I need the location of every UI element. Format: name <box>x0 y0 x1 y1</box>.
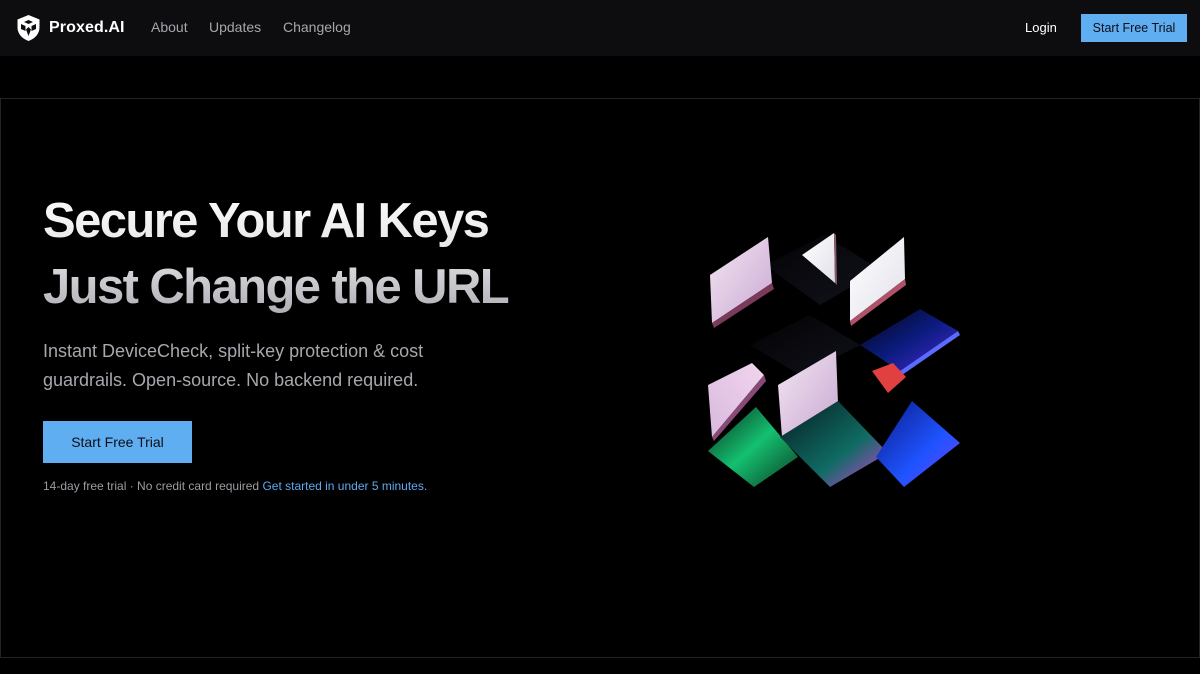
hero-headline-line-2: Just Change the URL <box>43 260 509 314</box>
abstract-glass-tiles-illustration <box>708 233 960 487</box>
nav-link-updates[interactable]: Updates <box>209 19 261 35</box>
trial-note: 14-day free trial · No credit card requi… <box>43 479 427 493</box>
brand-name: Proxed.AI <box>49 19 125 36</box>
brand-logo-link[interactable]: Proxed.AI <box>16 14 125 42</box>
get-started-link[interactable]: Get started in under 5 minutes. <box>262 479 427 493</box>
top-navbar: Proxed.AI About Updates Changelog Login … <box>0 0 1200 56</box>
hero-start-trial-button[interactable]: Start Free Trial <box>43 421 192 463</box>
login-link[interactable]: Login <box>1025 20 1057 35</box>
nav-link-about[interactable]: About <box>151 19 188 35</box>
shield-logo-icon <box>17 15 40 41</box>
nav-start-trial-button[interactable]: Start Free Trial <box>1081 14 1187 42</box>
hero-headline: Secure Your AI Keys Just Change the URL <box>43 188 663 320</box>
trial-note-text: 14-day free trial · No credit card requi… <box>43 479 260 493</box>
hero-subheadline: Instant DeviceCheck, split-key protectio… <box>43 341 424 390</box>
hero-headline-line-1: Secure Your AI Keys <box>43 194 489 248</box>
nav-link-changelog[interactable]: Changelog <box>283 19 351 35</box>
